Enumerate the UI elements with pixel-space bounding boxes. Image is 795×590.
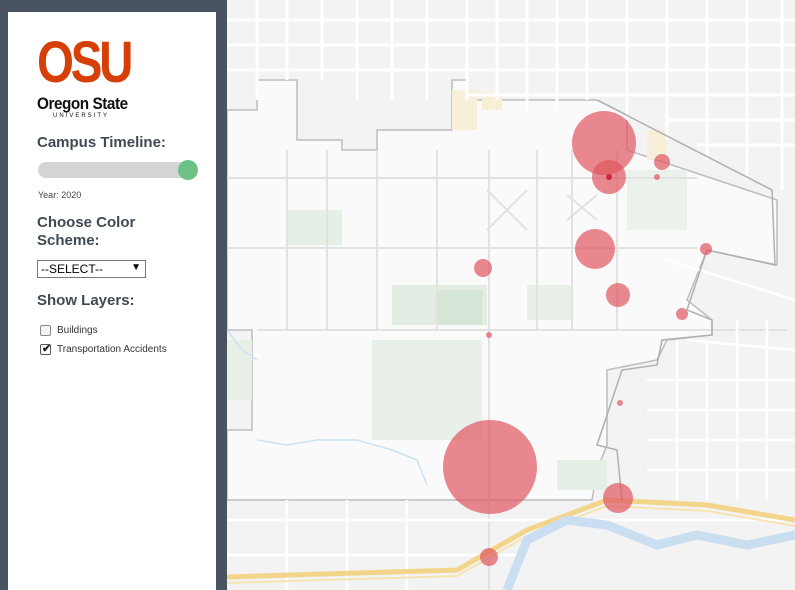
timeline-slider[interactable]: [38, 162, 190, 178]
buildings-checkbox[interactable]: [40, 325, 51, 336]
timeline-slider-thumb[interactable]: [178, 160, 198, 180]
year-label: Year:: [38, 190, 59, 200]
accidents-label: Transportation Accidents: [57, 344, 167, 355]
logo-wordmark: OSU: [37, 30, 133, 95]
layers-title: Show Layers:: [37, 292, 135, 309]
color-scheme-select[interactable]: --SELECT-- ▼: [37, 260, 146, 278]
timeline-title: Campus Timeline:: [37, 134, 166, 151]
year-value: 2020: [61, 190, 82, 200]
chevron-down-icon: ▼: [131, 262, 141, 273]
color-scheme-title: Choose Color Scheme:: [37, 214, 136, 249]
sidebar: OSU Oregon State UNIVERSITY Campus Timel…: [8, 12, 216, 590]
buildings-label: Buildings: [57, 325, 98, 336]
campus-map[interactable]: [227, 0, 795, 590]
accidents-checkbox[interactable]: ✔: [40, 343, 52, 355]
logo-name: Oregon State: [37, 94, 128, 113]
color-scheme-selected: --SELECT--: [41, 262, 104, 276]
osu-logo: OSU Oregon State UNIVERSITY: [37, 30, 133, 134]
year-readout: Year: 2020: [38, 190, 81, 200]
checkmark-icon: ✔: [42, 343, 52, 355]
map-canvas: [227, 0, 795, 590]
logo-sub: UNIVERSITY: [53, 113, 110, 119]
